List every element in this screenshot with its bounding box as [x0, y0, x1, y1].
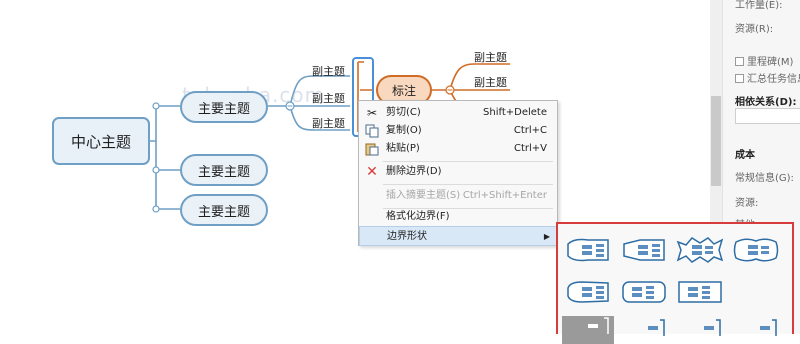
main-topic-1[interactable]: 主要主题 — [180, 91, 268, 123]
menu-item-label: 删除边界(D) — [386, 166, 442, 177]
menu-item-paste[interactable]: 粘贴(P) Ctrl+V — [359, 139, 557, 159]
wave-boundary[interactable] — [730, 236, 782, 264]
curly-bracket-boundary[interactable] — [562, 236, 614, 264]
menu-item-copy[interactable]: 复制(O) Ctrl+C — [359, 121, 557, 141]
menu-item-label: 插入摘要主题(S) — [386, 190, 461, 201]
dependency-field[interactable] — [735, 108, 800, 124]
menu-item-boundary-shape[interactable]: 边界形状 ▶ — [359, 226, 557, 246]
rounded-boundary[interactable] — [562, 278, 614, 306]
scissors-icon: ✂ — [366, 106, 378, 120]
partial-shape-2[interactable] — [618, 316, 670, 344]
menu-item-label: 粘贴(P) — [386, 143, 420, 154]
menu-item-shortcut: Shift+Delete — [483, 107, 547, 118]
partial-shape-3[interactable] — [674, 316, 726, 344]
boundary-shape-submenu — [556, 222, 794, 344]
menu-item-label: 格式化边界(F) — [386, 211, 450, 222]
menu-item-label: 复制(O) — [386, 125, 422, 136]
subtopic-left-1[interactable]: 副主题 — [312, 63, 345, 79]
menu-item-insert-summary: 插入摘要主题(S) Ctrl+Shift+Enter — [359, 186, 557, 206]
menu-item-cut[interactable]: ✂ 剪切(C) Shift+Delete — [359, 103, 557, 123]
milestone-label: 里程碑(M) — [747, 57, 794, 68]
delete-x-icon: ✕ — [366, 164, 378, 180]
cost-heading: 成本 — [735, 150, 755, 161]
rectangle-boundary[interactable] — [674, 278, 726, 306]
menu-item-shortcut: Ctrl+C — [513, 125, 547, 136]
summary-label: 汇总任务信息 — [747, 74, 800, 85]
submenu-arrow-icon: ▶ — [543, 232, 550, 241]
milestone-checkbox[interactable] — [735, 57, 744, 66]
menu-item-delete-boundary[interactable]: ✕ 删除边界(D) — [359, 162, 557, 182]
main-topic-3[interactable]: 主要主题 — [180, 194, 268, 226]
paste-icon — [365, 142, 379, 156]
summary-checkbox-row[interactable]: 汇总任务信息 — [735, 70, 800, 85]
scrollbar-thumb[interactable] — [711, 96, 721, 186]
menu-item-format-boundary[interactable]: 格式化边界(F) — [359, 207, 557, 227]
work-label: 工作量(E): — [735, 0, 783, 11]
subtopic-right-1[interactable]: 副主题 — [474, 49, 507, 65]
menu-item-label: 边界形状 — [387, 231, 427, 242]
straight-bracket-boundary[interactable] — [618, 236, 670, 264]
menu-separator — [383, 184, 553, 185]
jagged-boundary[interactable] — [674, 236, 726, 264]
summary-checkbox[interactable] — [735, 74, 744, 83]
partial-shape-4[interactable] — [730, 316, 782, 344]
milestone-checkbox-row[interactable]: 里程碑(M) — [735, 53, 793, 68]
menu-item-shortcut: Ctrl+Shift+Enter — [462, 190, 547, 201]
partial-shape-1[interactable] — [562, 316, 614, 344]
main-topic-2[interactable]: 主要主题 — [180, 154, 268, 186]
subtopic-left-2[interactable]: 副主题 — [312, 90, 345, 106]
center-topic[interactable]: 中心主题 — [52, 117, 150, 165]
copy-icon — [365, 124, 379, 138]
subtopic-left-3[interactable]: 副主题 — [312, 115, 345, 131]
subtopic-right-2[interactable]: 副主题 — [474, 74, 507, 90]
general-info-label: 常规信息(G): — [735, 173, 794, 184]
resource-label: 资源(R): — [735, 24, 774, 35]
menu-item-shortcut: Ctrl+V — [513, 143, 547, 154]
resource2-label: 资源: — [735, 198, 759, 209]
dependency-label: 相依关系(D): — [735, 97, 797, 108]
context-menu: ✂ 剪切(C) Shift+Delete 复制(O) Ctrl+C 粘贴(P) … — [358, 100, 558, 246]
menu-item-label: 剪切(C) — [386, 107, 421, 118]
rounded-rect-boundary[interactable] — [618, 278, 670, 306]
